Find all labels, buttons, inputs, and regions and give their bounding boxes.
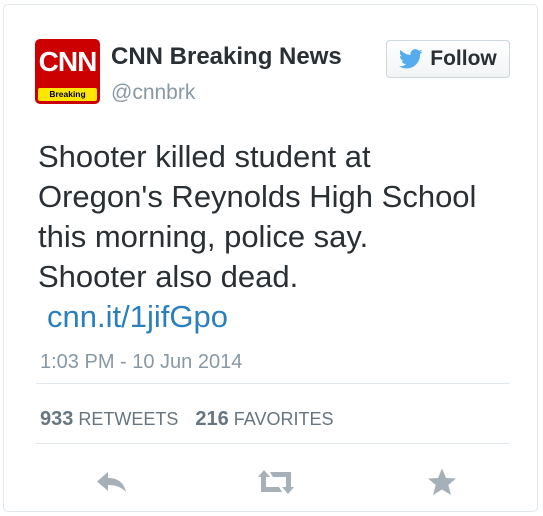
favorites-label[interactable]: FAVORITES xyxy=(234,409,334,429)
favorite-button[interactable] xyxy=(422,465,462,499)
divider xyxy=(36,443,510,444)
favorites-count[interactable]: 216 xyxy=(195,408,228,430)
retweet-button[interactable] xyxy=(256,465,296,499)
tweet-text-line: Shooter also dead. xyxy=(38,259,299,294)
divider xyxy=(36,383,510,384)
tweet-text-line: Oregon's Reynolds High School xyxy=(38,179,477,214)
reply-button[interactable] xyxy=(92,465,132,499)
retweet-icon xyxy=(258,470,294,494)
avatar-strip: Breaking news xyxy=(38,88,97,104)
retweets-count[interactable]: 933 xyxy=(40,408,73,430)
tweet-text-line: Shooter killed student at xyxy=(38,139,371,174)
tweet-text-line: this morning, police say. xyxy=(38,219,369,254)
follow-button[interactable]: Follow xyxy=(386,40,510,78)
reply-icon xyxy=(97,472,126,492)
tweet-link[interactable]: cnn.it/1jifGpo xyxy=(47,297,518,337)
timestamp[interactable]: 1:03 PM - 10 Jun 2014 xyxy=(40,351,242,374)
tweet-stats: 933 RETWEETS 216 FAVORITES xyxy=(40,408,333,431)
tweet-text: Shooter killed student at Oregon's Reyno… xyxy=(38,137,518,337)
author-handle[interactable]: @cnnbrk xyxy=(111,81,195,105)
avatar-logo: CNN xyxy=(38,46,98,77)
star-icon xyxy=(428,468,456,495)
follow-label: Follow xyxy=(430,47,497,70)
retweets-label[interactable]: RETWEETS xyxy=(78,409,178,429)
author-name[interactable]: CNN Breaking News xyxy=(111,43,342,71)
tweet-card: CNN Breaking news CNN Breaking News @cnn… xyxy=(3,4,538,512)
avatar[interactable]: CNN Breaking news xyxy=(35,39,100,104)
twitter-bird-icon xyxy=(399,49,423,69)
